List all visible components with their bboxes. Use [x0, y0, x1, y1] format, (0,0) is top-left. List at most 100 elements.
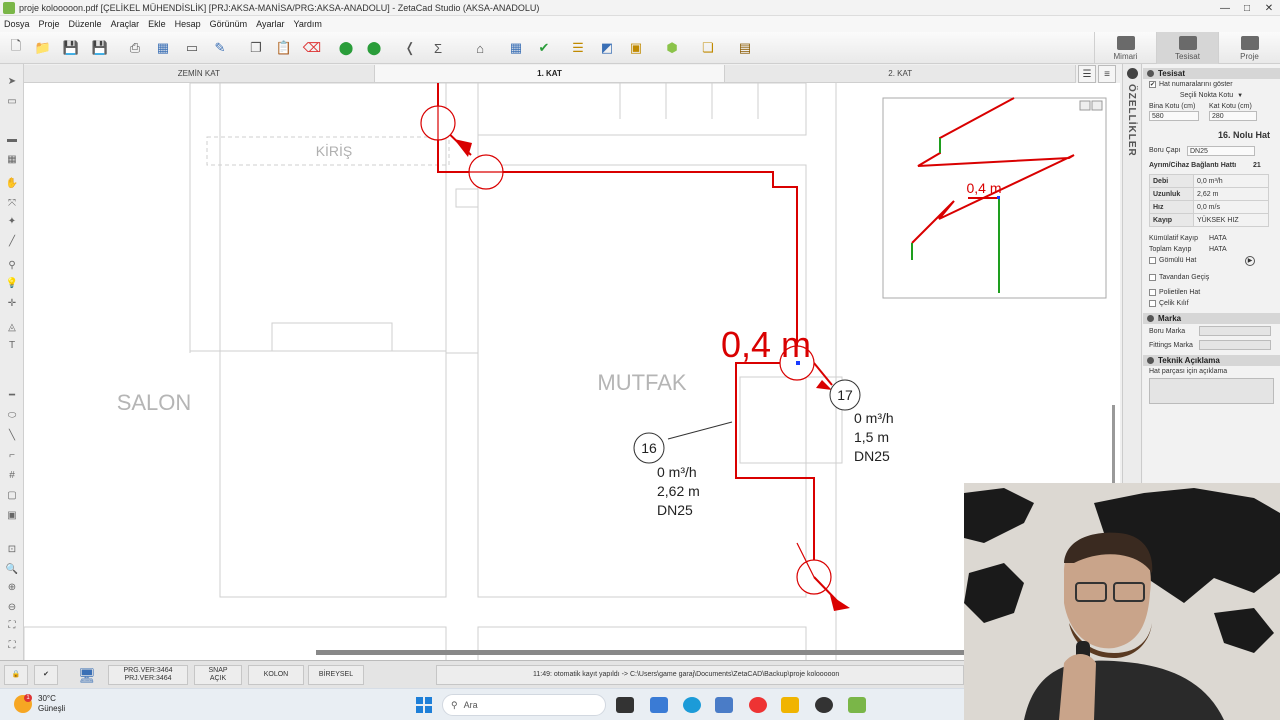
floor-elev-input[interactable]: 280	[1209, 111, 1257, 121]
app-icon-1[interactable]	[650, 697, 668, 713]
point-icon[interactable]: ✦	[4, 214, 20, 228]
selected-point-row[interactable]: Seçili Nokta Kotu ▼	[1143, 90, 1280, 101]
section-tech[interactable]: Teknik Açıklama	[1143, 355, 1280, 366]
isometric-preview[interactable]: 0,4 m	[882, 97, 1107, 299]
ceiling-pass-checkbox[interactable]	[1149, 274, 1156, 281]
building-elev-input[interactable]: 580	[1149, 111, 1199, 121]
section-tesisat[interactable]: Tesisat	[1143, 68, 1280, 79]
explorer-icon[interactable]	[781, 697, 799, 713]
rectangle-icon[interactable]: ▭	[4, 94, 20, 108]
list-icon[interactable]: ☰	[568, 38, 588, 58]
close-button[interactable]: ✕	[1258, 0, 1280, 16]
pipe-tool-icon[interactable]: ╲	[4, 428, 20, 442]
minimize-button[interactable]: —	[1214, 0, 1236, 16]
redo-icon[interactable]: ⬤	[364, 38, 384, 58]
pin-icon[interactable]: ⚲	[4, 258, 20, 272]
cube-icon[interactable]: ⬢	[662, 38, 682, 58]
zoom-out-icon[interactable]: ⊖	[4, 600, 20, 614]
image-icon[interactable]: ▣	[626, 38, 646, 58]
edge-icon[interactable]	[683, 697, 701, 713]
check-icon[interactable]: ✔	[534, 38, 554, 58]
eraser-icon[interactable]: ⌫	[302, 38, 322, 58]
layout-icon[interactable]: ▦	[153, 38, 173, 58]
embedded-line-checkbox[interactable]	[1149, 257, 1156, 264]
crosshair-icon[interactable]: ✛	[4, 296, 20, 310]
task-view-icon[interactable]	[616, 697, 634, 713]
fit-icon[interactable]: ⛶	[4, 618, 20, 632]
tab-zemin-kat[interactable]: ZEMİN KAT	[24, 65, 375, 82]
menu-hesap[interactable]: Hesap	[175, 19, 201, 29]
maximize-button[interactable]: □	[1236, 0, 1258, 16]
tab-mimari[interactable]: Mimari	[1094, 32, 1156, 64]
opera-icon[interactable]	[749, 697, 767, 713]
copy-icon[interactable]: ❐	[246, 38, 266, 58]
box-icon[interactable]: ▢	[4, 488, 20, 502]
zoom-window-icon[interactable]: ⊡	[4, 542, 20, 556]
lock-icon[interactable]: 🔒	[4, 665, 28, 685]
edit-icon[interactable]: ✎	[210, 38, 230, 58]
shield-icon[interactable]: ✔	[34, 665, 58, 685]
app-icon-3[interactable]	[815, 697, 833, 713]
tab-proje[interactable]: Proje	[1218, 32, 1280, 64]
extents-icon[interactable]: ⛶	[4, 638, 20, 652]
sum-icon[interactable]: Σ	[428, 38, 448, 58]
new-file-icon[interactable]: 🗋	[6, 38, 26, 58]
windows-start-icon[interactable]	[416, 697, 432, 713]
menu-ekle[interactable]: Ekle	[148, 19, 166, 29]
menu-araclar[interactable]: Araçlar	[111, 19, 140, 29]
monitor-icon[interactable]: 🖥	[72, 665, 102, 685]
show-line-numbers-checkbox[interactable]: ✔	[1149, 81, 1156, 88]
steel-fitting-row[interactable]: Çelik Kılıf	[1143, 298, 1280, 309]
window-icon[interactable]: ❏	[698, 38, 718, 58]
pipe-network[interactable]	[437, 83, 833, 563]
text-icon[interactable]: T	[4, 338, 20, 352]
fitting-brand-input[interactable]	[1199, 340, 1271, 350]
select-arrow-icon[interactable]: ➤	[4, 74, 20, 88]
pin-panel-icon[interactable]	[1127, 68, 1138, 79]
layers-icon[interactable]: ☰	[1078, 65, 1096, 83]
tab-tesisat[interactable]: Tesisat	[1156, 32, 1218, 64]
pipe-diameter-select[interactable]: DN25	[1187, 145, 1255, 156]
briefcase-icon[interactable]: ▤	[735, 38, 755, 58]
menu-proje[interactable]: Proje	[39, 19, 60, 29]
open-folder-icon[interactable]: 📁	[33, 38, 53, 58]
zoom-icon[interactable]: 🔍	[4, 562, 20, 576]
menu-dosya[interactable]: Dosya	[4, 19, 30, 29]
menu-ayarlar[interactable]: Ayarlar	[256, 19, 284, 29]
tab-2-kat[interactable]: 2. KAT	[725, 65, 1077, 82]
tech-description-textarea[interactable]	[1149, 378, 1274, 404]
zoom-in-icon[interactable]: ⊕	[4, 580, 20, 594]
tab-1-kat[interactable]: 1. KAT	[374, 65, 726, 82]
window-tool-icon[interactable]: ▦	[4, 152, 20, 166]
save-as-icon[interactable]: 💾	[90, 38, 110, 58]
weather-widget[interactable]: 30°C Güneşli	[38, 694, 65, 714]
undo-icon[interactable]: ⬤	[336, 38, 356, 58]
chart-icon[interactable]: ◩	[597, 38, 617, 58]
home-icon[interactable]: ⌂	[470, 38, 490, 58]
zetacad-icon[interactable]	[848, 697, 866, 713]
drawing-canvas[interactable]: KİRİŞ SALON MUTFAK 0,4 m 16 0 m³/h 2,62 …	[24, 83, 1120, 660]
gauge-icon[interactable]: ◬	[4, 320, 20, 334]
line-icon[interactable]: ╱	[4, 234, 20, 248]
app-icon-2[interactable]	[715, 697, 733, 713]
play-icon[interactable]: ▶	[1245, 255, 1255, 266]
kayip-value[interactable]: YÜKSEK HIZ	[1193, 213, 1269, 227]
grid-icon[interactable]: #	[4, 468, 20, 482]
layers-alt-icon[interactable]: ≡	[1098, 65, 1116, 83]
ceiling-pass-row[interactable]: Tavandan Geçiş	[1143, 272, 1280, 283]
save-icon[interactable]: 💾	[61, 38, 81, 58]
vertical-scrollbar[interactable]	[1112, 405, 1115, 485]
snap-toggle[interactable]: SNAP AÇIK	[194, 665, 242, 685]
ellipse-icon[interactable]: ⬭	[4, 408, 20, 422]
polyethylene-row[interactable]: Polietilen Hat	[1143, 287, 1280, 298]
printer-icon[interactable]: ▭	[182, 38, 202, 58]
menu-yardim[interactable]: Yardım	[294, 19, 322, 29]
section-marka[interactable]: Marka	[1143, 313, 1280, 324]
menu-duzenle[interactable]: Düzenle	[69, 19, 102, 29]
search-box[interactable]: ⚲ Ara	[442, 694, 606, 716]
bulb-icon[interactable]: 💡	[4, 276, 20, 290]
steel-fitting-checkbox[interactable]	[1149, 300, 1156, 307]
hiz-value[interactable]: 0,0 m/s	[1193, 200, 1269, 214]
horizontal-scrollbar[interactable]	[316, 650, 966, 655]
line-tool-icon[interactable]: ━	[4, 388, 20, 402]
